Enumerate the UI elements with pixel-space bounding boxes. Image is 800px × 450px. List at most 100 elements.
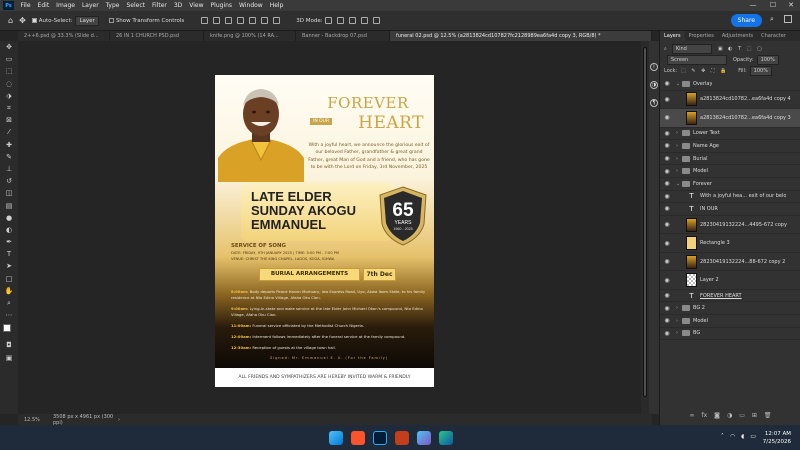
align-left-icon[interactable] [200,17,208,24]
pen-tool-icon[interactable]: ✒ [2,236,16,248]
wifi-icon[interactable]: ◠ [730,433,735,440]
move-tool-icon[interactable]: ✥ [19,16,26,25]
photoshop-taskbar-icon[interactable] [373,430,387,445]
search-icon[interactable]: ⌕ [770,15,774,24]
layer-row[interactable]: ◉ ⌄ Overlay [660,78,800,91]
paragraph-icon[interactable]: ¶ [650,99,658,107]
windows-start-icon[interactable] [329,430,343,445]
visibility-eye-icon[interactable]: ◉ [660,305,674,312]
tab-document[interactable]: Banner - Backdrop 07.psd [296,31,390,41]
layer-row[interactable]: ◉ › Name Age [660,140,800,153]
layer-row[interactable]: ◉ › BG 2 [660,302,800,315]
close-button[interactable]: ✕ [784,0,798,11]
visibility-eye-icon[interactable]: ◉ [660,221,674,228]
visibility-eye-icon[interactable]: ◉ [660,205,674,212]
tab-document[interactable]: 2++6.psd @ 33.3% (Slide d... [18,31,110,41]
healing-brush-icon[interactable]: ✚ [2,139,16,151]
transform-controls-checkbox[interactable] [108,18,114,23]
layer-row[interactable]: ◉ › BG [660,328,800,341]
3d-scale-icon[interactable] [373,17,381,24]
menu-view[interactable]: View [186,2,207,9]
align-top-icon[interactable] [236,17,244,24]
layer-row[interactable]: ◉ ⌄ Forever [660,178,800,191]
quick-mask-icon[interactable]: ◘ [2,339,16,351]
3d-pan-icon[interactable] [349,17,357,24]
new-layer-icon[interactable]: ⊞ [752,412,757,422]
volume-icon[interactable]: ◖ [741,433,744,440]
layer-row[interactable]: ◉ › Burial [660,153,800,166]
history-brush-icon[interactable]: ↺ [2,175,16,187]
more-tools-icon[interactable]: ⋯ [2,309,16,321]
blend-mode-dropdown[interactable]: Screen [667,54,727,65]
layer-row[interactable]: ◉ Layer 2 [660,271,800,290]
3d-roll-icon[interactable] [337,17,345,24]
3d-slide-icon[interactable] [361,17,369,24]
visibility-eye-icon[interactable]: ◉ [660,193,674,200]
layer-row[interactable]: ◉ a2813824cd10782...ea6fa4d copy 4 [660,91,800,110]
adjust-icon[interactable]: ◑ [650,81,658,89]
layer-row[interactable]: ◉ › Lower Text [660,128,800,141]
stamp-tool-icon[interactable]: ⊥ [2,163,16,175]
menu-edit[interactable]: Edit [34,2,53,9]
frame-tool-icon[interactable]: ⊠ [2,114,16,126]
zoom-tool-icon[interactable]: ⌕ [2,297,16,309]
object-select-icon[interactable]: ⬗ [2,90,16,102]
maximize-button[interactable]: ☐ [766,0,780,11]
hand-tool-icon[interactable]: ✋ [2,285,16,297]
blur-tool-icon[interactable]: ● [2,212,16,224]
align-right-icon[interactable] [224,17,232,24]
3d-orbit-icon[interactable] [325,17,333,24]
workspace-icon[interactable] [784,15,792,23]
vertical-scrollbar[interactable] [641,41,649,414]
menu-layer[interactable]: Layer [78,2,102,9]
marquee-tool-icon[interactable]: ⬚ [2,65,16,77]
color-swatches-icon[interactable] [2,321,16,339]
visibility-eye-icon[interactable]: ◉ [660,155,674,162]
tab-character[interactable]: Character [757,31,790,41]
delete-icon[interactable]: 🗑 [764,412,772,422]
visibility-eye-icon[interactable]: ◉ [660,142,674,149]
adjustment-icon[interactable]: ◑ [727,412,732,422]
fill-input[interactable]: 100% [749,65,772,76]
tab-properties[interactable]: Properties [685,31,718,41]
minimize-button[interactable]: — [746,0,760,11]
rectangle-tool-icon[interactable]: □ [2,273,16,285]
eraser-tool-icon[interactable]: ◫ [2,187,16,199]
layer-row[interactable]: ◉ 28230419132224...88-672 copy 2 [660,253,800,272]
layer-row[interactable]: ◉ T IN OUR [660,203,800,216]
layer-row[interactable]: ◉ Rectangle 3 [660,234,800,253]
visibility-eye-icon[interactable]: ◉ [660,317,674,324]
layer-row[interactable]: ◉ › Model [660,315,800,328]
align-middle-icon[interactable] [248,17,256,24]
align-bottom-icon[interactable] [260,17,268,24]
brush-tool-icon[interactable]: ✎ [2,151,16,163]
visibility-eye-icon[interactable]: ◉ [660,330,674,337]
fx-icon[interactable]: fx [701,412,707,422]
battery-icon[interactable]: ▭ [750,433,756,440]
photos-icon[interactable] [417,430,431,445]
path-select-icon[interactable]: ➤ [2,260,16,272]
auto-select-dropdown[interactable]: Layer [75,15,99,26]
lock-icons[interactable]: ⬚ ✎ ✥ ⛶ 🔒 [681,68,728,74]
info-icon[interactable]: i [650,63,658,71]
visibility-eye-icon[interactable]: ◉ [660,96,674,103]
menu-select[interactable]: Select [123,2,149,9]
menu-window[interactable]: Window [236,2,267,9]
status-arrow-icon[interactable]: › [118,417,120,423]
lasso-tool-icon[interactable]: ◌ [2,78,16,90]
document-canvas[interactable]: FOREVER IN OUR HEART With a joyful heart… [215,75,434,387]
menu-type[interactable]: Type [102,2,123,9]
visibility-eye-icon[interactable]: ◉ [660,240,674,247]
type-tool-icon[interactable]: T [2,248,16,260]
distribute-icon[interactable] [272,17,280,24]
group-icon[interactable]: ▭ [739,412,745,422]
mask-icon[interactable]: ◙ [714,412,720,422]
visibility-eye-icon[interactable]: ◉ [660,130,674,137]
layer-row[interactable]: ◉ T FOREVER HEART [660,290,800,303]
opacity-input[interactable]: 100% [756,54,779,65]
powerpoint-icon[interactable] [395,430,409,445]
menu-3d[interactable]: 3D [170,2,185,9]
layer-row[interactable]: ◉ › Model [660,165,800,178]
zoom-level[interactable]: 12.5% [18,417,48,423]
tab-layers[interactable]: Layers [660,31,685,41]
